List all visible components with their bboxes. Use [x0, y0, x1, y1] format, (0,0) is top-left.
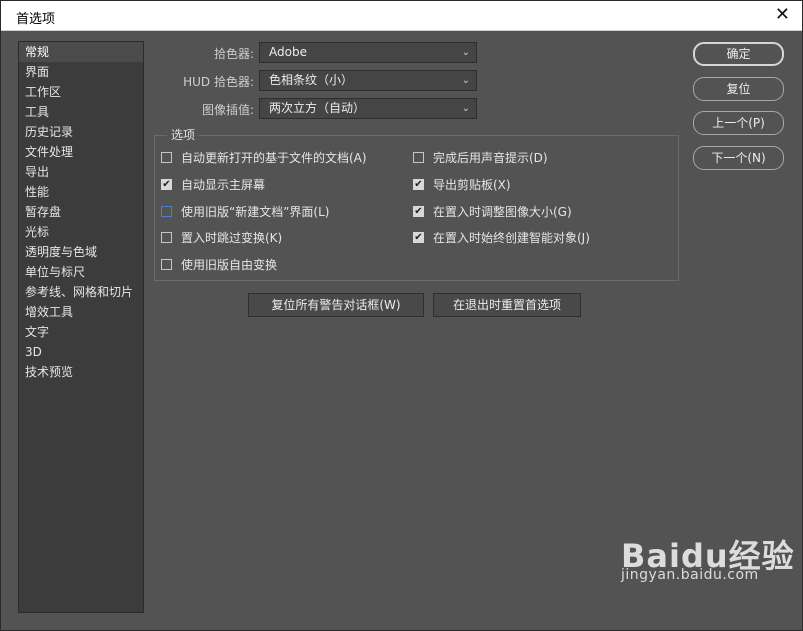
sidebar-item[interactable]: 工作区: [19, 82, 143, 102]
sidebar-item[interactable]: 参考线、网格和切片: [19, 282, 143, 302]
sidebar-item[interactable]: 单位与标尺: [19, 262, 143, 282]
next-button[interactable]: 下一个(N): [693, 146, 784, 170]
sidebar-item[interactable]: 光标: [19, 222, 143, 242]
option-label: 使用旧版“新建文档”界面(L): [181, 204, 330, 219]
watermark-url: jingyan.baidu.com: [621, 567, 759, 583]
image-interpolation-label: 图像插值:: [201, 103, 254, 117]
checkmark-icon[interactable]: ✔: [413, 231, 424, 243]
option-checkbox[interactable]: ✔ 导出剪贴板(X): [413, 176, 511, 192]
reset-warnings-button[interactable]: 复位所有警告对话框(W): [248, 293, 424, 317]
window-title: 首选项: [16, 12, 56, 27]
sidebar-item[interactable]: 工具: [19, 102, 143, 122]
reset-on-quit-button[interactable]: 在退出时重置首选项: [433, 293, 581, 317]
preferences-dialog: 首选项 ✕ 常规 界面 工作区 工具 历史记录 文件处理 导出 性能 暂存盘 光标 透明度与色域 单位…: [0, 0, 803, 631]
option-checkbox[interactable]: 使用旧版“新建文档”界面(L): [161, 203, 329, 219]
checkmark-icon[interactable]: ✔: [413, 205, 424, 217]
chevron-down-icon: ⌄: [461, 47, 470, 58]
option-checkbox[interactable]: ✔ 在置入时调整图像大小(G): [413, 203, 572, 219]
category-list: 常规 界面 工作区 工具 历史记录 文件处理 导出 性能 暂存盘 光标 透明度与色域 单位与标尺 参考线…: [18, 41, 144, 613]
option-checkbox[interactable]: 完成后用声音提示(D): [413, 149, 548, 165]
checkbox-box[interactable]: [413, 151, 424, 163]
hud-color-picker-select[interactable]: 色相条纹（小） ⌄: [259, 70, 477, 91]
sidebar-item[interactable]: 导出: [19, 162, 143, 182]
option-label: 使用旧版自由变换: [181, 257, 278, 272]
chevron-down-icon: ⌄: [461, 75, 470, 86]
sidebar-item[interactable]: 文字: [19, 322, 143, 342]
option-label: 在置入时始终创建智能对象(J): [433, 230, 590, 245]
checkbox-box[interactable]: [161, 205, 172, 217]
checkbox-box[interactable]: [161, 151, 172, 163]
sidebar-item[interactable]: 3D: [19, 342, 143, 362]
color-picker-select[interactable]: Adobe ⌄: [259, 42, 477, 63]
image-interpolation-value: 两次立方（自动）: [269, 101, 366, 115]
option-checkbox[interactable]: ✔ 在置入时始终创建智能对象(J): [413, 229, 590, 245]
image-interpolation-select[interactable]: 两次立方（自动） ⌄: [259, 98, 477, 119]
checkmark-icon[interactable]: ✔: [161, 178, 172, 190]
option-label: 自动更新打开的基于文件的文档(A): [181, 150, 367, 165]
sidebar-item[interactable]: 常规: [19, 42, 143, 62]
option-checkbox[interactable]: 使用旧版自由变换: [161, 256, 277, 272]
option-checkbox[interactable]: ✔ 自动显示主屏幕: [161, 176, 265, 192]
chevron-down-icon: ⌄: [461, 103, 470, 114]
checkmark-icon[interactable]: ✔: [413, 178, 424, 190]
checkbox-box[interactable]: [161, 231, 172, 243]
option-checkbox[interactable]: 置入时跳过变换(K): [161, 229, 282, 245]
sidebar-item[interactable]: 性能: [19, 182, 143, 202]
option-label: 完成后用声音提示(D): [433, 150, 548, 165]
close-icon[interactable]: ✕: [775, 4, 790, 26]
sidebar-item[interactable]: 文件处理: [19, 142, 143, 162]
options-group-label: 选项: [167, 126, 200, 143]
option-label: 自动显示主屏幕: [181, 177, 266, 192]
reset-button[interactable]: 复位: [693, 77, 784, 101]
color-picker-value: Adobe: [269, 45, 307, 59]
sidebar-item[interactable]: 界面: [19, 62, 143, 82]
ok-button[interactable]: 确定: [693, 42, 784, 66]
option-label: 导出剪贴板(X): [433, 177, 511, 192]
option-label: 在置入时调整图像大小(G): [433, 204, 572, 219]
hud-color-picker-label: HUD 拾色器:: [183, 75, 254, 89]
title-bar: 首选项 ✕: [1, 1, 802, 31]
prev-button[interactable]: 上一个(P): [693, 111, 784, 135]
sidebar-item[interactable]: 透明度与色域: [19, 242, 143, 262]
checkbox-box[interactable]: [161, 258, 172, 270]
option-checkbox[interactable]: 自动更新打开的基于文件的文档(A): [161, 149, 367, 165]
sidebar-item[interactable]: 历史记录: [19, 122, 143, 142]
sidebar-item[interactable]: 技术预览: [19, 362, 143, 382]
color-picker-label: 拾色器:: [213, 47, 254, 61]
option-label: 置入时跳过变换(K): [181, 230, 283, 245]
hud-color-picker-value: 色相条纹（小）: [269, 73, 354, 87]
sidebar-item[interactable]: 暂存盘: [19, 202, 143, 222]
sidebar-item[interactable]: 增效工具: [19, 302, 143, 322]
